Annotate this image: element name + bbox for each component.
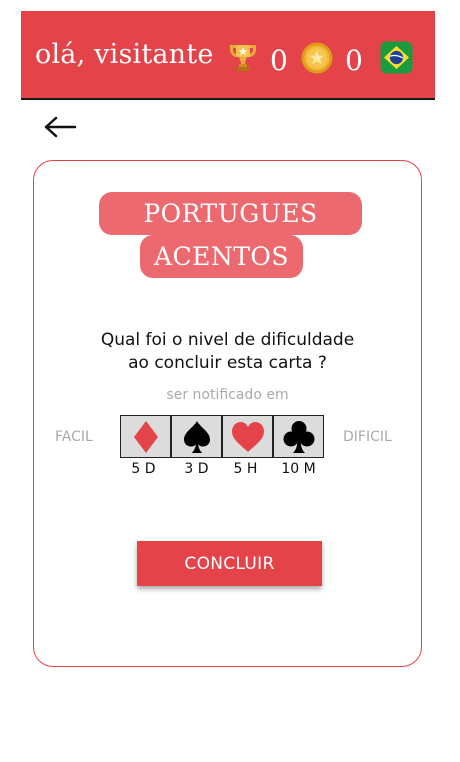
spade-icon bbox=[183, 420, 210, 453]
interval-label: 3 D bbox=[184, 461, 209, 477]
brazil-flag-icon[interactable] bbox=[380, 41, 413, 74]
coin-count: 0 bbox=[345, 44, 363, 77]
question-line2: ao concluir esta carta ? bbox=[128, 353, 327, 373]
interval-label: 10 M bbox=[281, 461, 316, 477]
app-header: olá, visitante 0 0 bbox=[21, 11, 435, 100]
trophy-icon bbox=[230, 45, 256, 71]
coin-icon bbox=[301, 42, 333, 74]
difficulty-question: Qual foi o nivel de dificuldade ao concl… bbox=[34, 329, 421, 375]
difficulty-option-club[interactable] bbox=[273, 415, 324, 458]
arrow-left-icon[interactable] bbox=[42, 114, 78, 140]
trophy-count: 0 bbox=[270, 44, 288, 77]
difficulty-option-spade[interactable] bbox=[171, 415, 222, 458]
club-icon bbox=[283, 420, 314, 453]
deck-title-line2: ACENTOS bbox=[140, 235, 303, 278]
heart-icon bbox=[231, 421, 264, 452]
conclude-button[interactable]: CONCLUIR bbox=[137, 541, 322, 586]
greeting-text: olá, visitante bbox=[35, 39, 214, 70]
interval-label: 5 H bbox=[233, 461, 258, 477]
question-line1: Qual foi o nivel de dificuldade bbox=[100, 330, 355, 350]
easy-label: FACIL bbox=[55, 429, 93, 445]
notify-label: ser notificado em bbox=[166, 387, 289, 403]
diamond-icon bbox=[133, 420, 158, 453]
flashcard-review-card: PORTUGUES ACENTOS Qual foi o nivel de di… bbox=[33, 160, 422, 667]
deck-title-line1: PORTUGUES bbox=[99, 192, 362, 235]
difficulty-option-diamond[interactable] bbox=[120, 415, 171, 458]
interval-label: 5 D bbox=[131, 461, 156, 477]
hard-label: DIFICIL bbox=[343, 429, 392, 445]
difficulty-option-heart[interactable] bbox=[222, 415, 273, 458]
